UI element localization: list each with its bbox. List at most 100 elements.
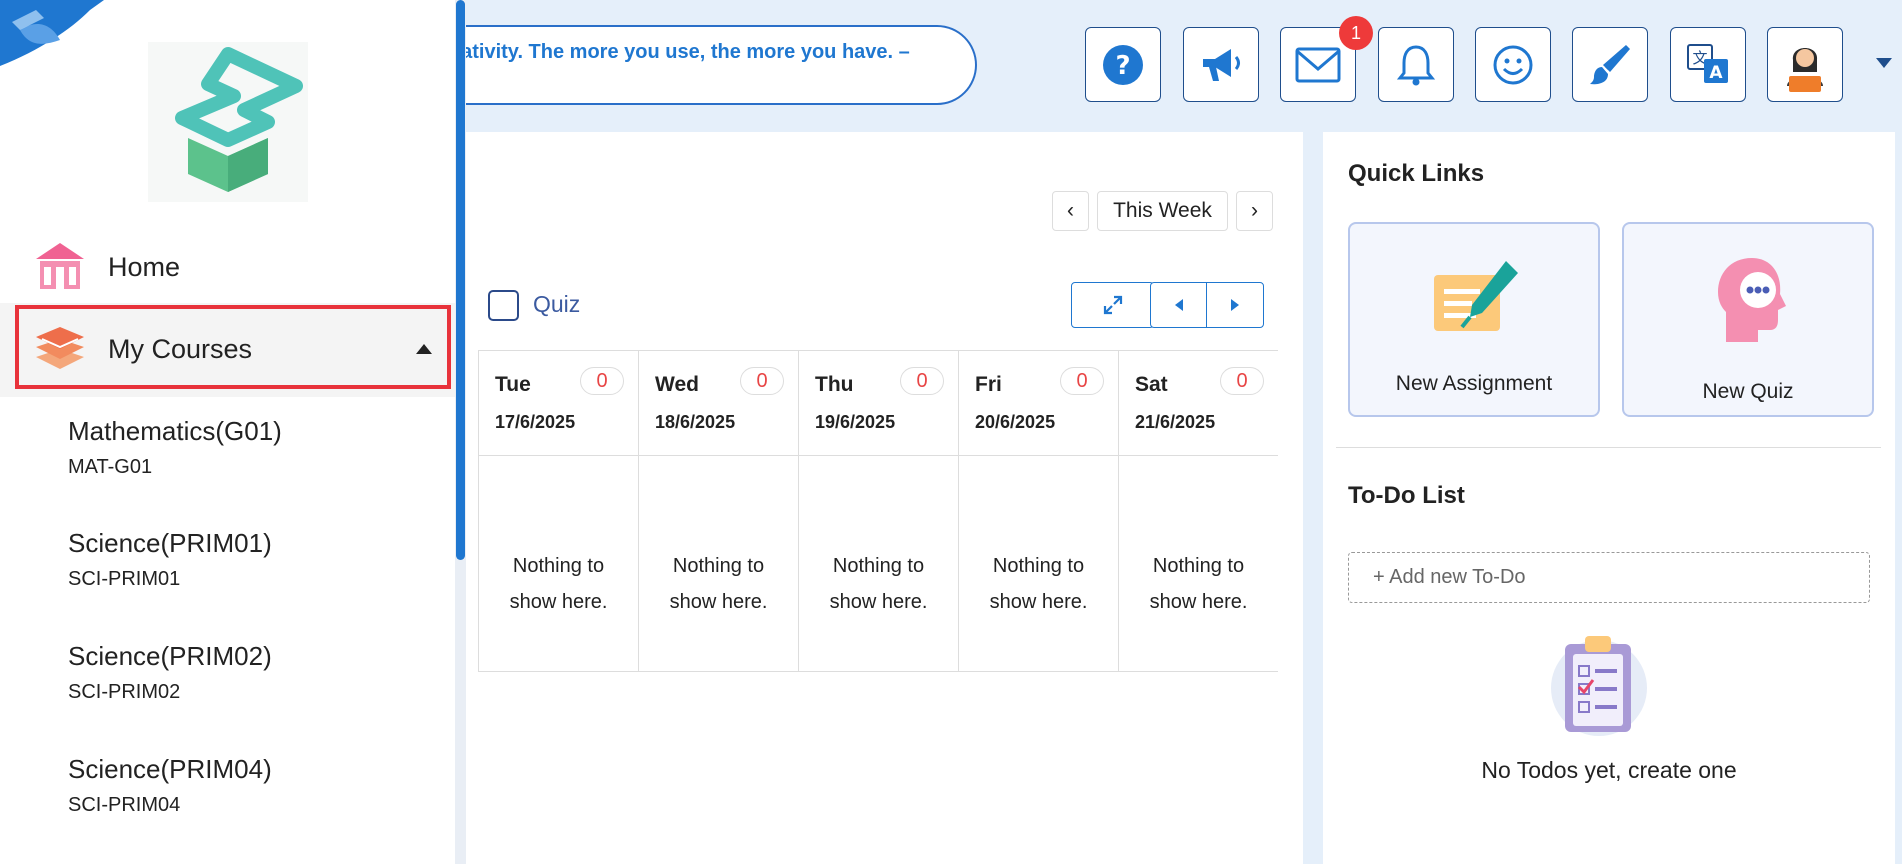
empty-line-1: Nothing to [1152, 555, 1245, 577]
quick-links-title: Quick Links [1348, 160, 1485, 187]
new-assignment-label: New Assignment [1395, 372, 1553, 395]
day-name: Fri [975, 373, 1002, 396]
scroll-right-button[interactable] [1207, 283, 1263, 327]
scroll-days-control [1150, 282, 1264, 328]
collapse-caret-icon[interactable] [416, 344, 432, 354]
course-item[interactable]: Mathematics(G01) MAT-G01 [68, 416, 448, 506]
panel-divider [1336, 447, 1881, 448]
megaphone-icon [1203, 48, 1240, 81]
day-count-badge: 0 [1220, 367, 1264, 395]
course-item[interactable]: Science(PRIM01) SCI-PRIM01 [68, 528, 448, 618]
svg-text:A: A [1709, 63, 1723, 83]
sidebar-scroll-thumb[interactable] [456, 0, 465, 560]
expand-icon [1103, 295, 1122, 315]
day-column: Thu 19/6/2025 0 Nothing to show here. [798, 351, 958, 671]
day-name: Thu [815, 373, 854, 396]
theme-button[interactable] [1572, 27, 1648, 102]
day-divider [479, 455, 638, 456]
new-quiz-label: New Quiz [1702, 380, 1794, 403]
course-code: SCI-PRIM01 [68, 568, 181, 590]
day-date: 17/6/2025 [495, 412, 576, 432]
corner-fold-icon[interactable] [0, 0, 104, 70]
home-icon [36, 243, 84, 289]
caret-left-icon [1174, 299, 1183, 311]
sidebar-item-my-courses-label: My Courses [108, 334, 253, 364]
week-label[interactable]: This Week [1097, 191, 1228, 231]
quiz-head-icon [1718, 258, 1786, 342]
help-icon: ? [1103, 44, 1143, 85]
scroll-left-button[interactable] [1151, 283, 1207, 327]
day-date: 19/6/2025 [815, 412, 896, 432]
prev-week-button[interactable]: ‹ [1052, 191, 1089, 231]
expand-button[interactable] [1071, 282, 1154, 328]
paintbrush-icon [1590, 44, 1630, 84]
quote-banner [380, 25, 977, 105]
user-avatar-icon [1787, 47, 1823, 92]
sidebar-item-home-label: Home [108, 252, 181, 282]
day-column: Wed 18/6/2025 0 Nothing to show here. [638, 351, 798, 671]
day-name: Wed [655, 373, 699, 396]
day-date: 20/6/2025 [975, 412, 1056, 432]
empty-line-2: show here. [829, 591, 928, 613]
course-name: Science(PRIM02) [68, 641, 272, 671]
day-column: Tue 17/6/2025 0 Nothing to show here. [478, 351, 638, 671]
quiz-filter-checkbox[interactable] [488, 290, 519, 321]
todo-empty-text: No Todos yet, create one [1481, 757, 1737, 783]
day-name: Tue [495, 373, 531, 396]
day-count-badge: 0 [1060, 367, 1104, 395]
bell-icon [1396, 44, 1436, 85]
feedback-button[interactable] [1475, 27, 1551, 102]
messages-badge: 1 [1339, 16, 1373, 50]
day-date: 21/6/2025 [1135, 412, 1216, 432]
smiley-icon [1493, 45, 1533, 84]
day-name: Sat [1135, 373, 1168, 396]
empty-line-1: Nothing to [992, 555, 1085, 577]
quiz-filter-label: Quiz [533, 291, 581, 317]
assignment-icon [1434, 261, 1518, 331]
help-button[interactable]: ? [1085, 27, 1161, 102]
empty-line-2: show here. [509, 591, 608, 613]
clipboard-icon [1551, 636, 1647, 736]
mail-icon [1295, 47, 1341, 82]
next-week-button[interactable]: › [1236, 191, 1273, 231]
course-code: SCI-PRIM04 [68, 794, 181, 816]
language-button[interactable]: 文 A [1670, 27, 1746, 102]
course-name: Science(PRIM04) [68, 754, 272, 784]
week-grid: Tue 17/6/2025 0 Nothing to show here. Wed… [478, 350, 1278, 672]
caret-right-icon [1231, 299, 1239, 311]
new-quiz-card[interactable]: New Quiz [1622, 222, 1874, 417]
svg-text:?: ? [1115, 51, 1130, 81]
todo-title: To-Do List [1348, 482, 1465, 509]
school-logo [148, 42, 308, 202]
notifications-button[interactable] [1378, 27, 1454, 102]
empty-line-2: show here. [989, 591, 1088, 613]
day-divider [1119, 455, 1278, 456]
day-date: 18/6/2025 [655, 412, 736, 432]
day-empty-text: Nothing to show here. [1119, 548, 1278, 620]
course-item[interactable]: Science(PRIM04) SCI-PRIM04 [68, 754, 448, 844]
announcements-button[interactable] [1183, 27, 1259, 102]
empty-line-1: Nothing to [672, 555, 765, 577]
quote-text: eativity. The more you use, the more you… [450, 41, 910, 63]
new-assignment-card[interactable]: New Assignment [1348, 222, 1600, 417]
profile-dropdown-icon[interactable] [1876, 58, 1892, 68]
day-empty-text: Nothing to show here. [479, 548, 638, 620]
courses-stack-icon [36, 327, 84, 369]
course-item[interactable]: Science(PRIM02) SCI-PRIM02 [68, 641, 448, 731]
day-divider [639, 455, 798, 456]
add-todo-input[interactable] [1348, 552, 1870, 603]
day-empty-text: Nothing to show here. [799, 548, 958, 620]
course-code: MAT-G01 [68, 456, 153, 478]
empty-line-2: show here. [669, 591, 768, 613]
empty-line-1: Nothing to [832, 555, 925, 577]
course-code: SCI-PRIM02 [68, 681, 181, 703]
week-navigation: ‹ This Week › [1052, 191, 1273, 231]
day-column: Fri 20/6/2025 0 Nothing to show here. [958, 351, 1118, 671]
translate-icon: 文 A [1687, 43, 1728, 83]
day-count-badge: 0 [580, 367, 624, 395]
day-empty-text: Nothing to show here. [639, 548, 798, 620]
day-column: Sat 21/6/2025 0 Nothing to show here. [1118, 351, 1278, 671]
profile-button[interactable] [1767, 27, 1843, 102]
day-divider [959, 455, 1118, 456]
empty-line-1: Nothing to [512, 555, 605, 577]
